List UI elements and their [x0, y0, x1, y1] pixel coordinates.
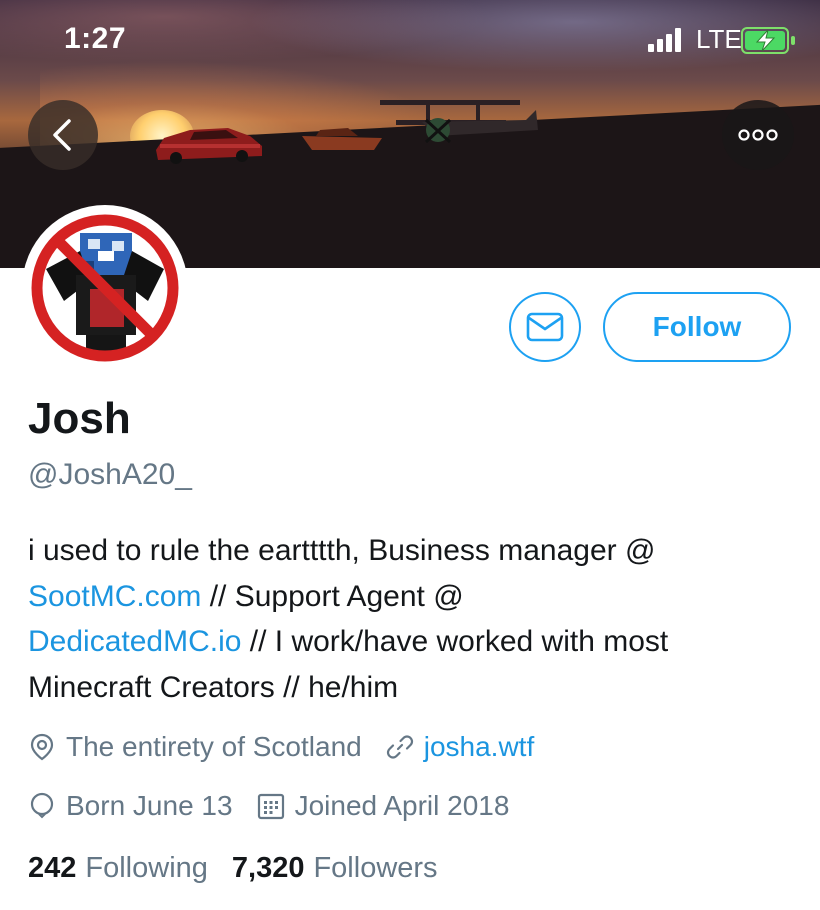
following-count: 242 [28, 851, 77, 884]
profile-meta-row: The entirety of Scotland josha.wtf [28, 727, 558, 767]
follow-button[interactable]: Follow [603, 292, 791, 362]
follow-stats: 242 Following 7,320 Followers [28, 848, 462, 888]
profile-bio: i used to rule the eartttth, Business ma… [28, 528, 798, 710]
birthday-text: Born June 13 [66, 790, 233, 821]
balloon-icon [30, 792, 54, 819]
status-time: 1:27 [64, 22, 127, 55]
bio-text-2: // Support Agent @ [201, 579, 464, 613]
website-link[interactable]: josha.wtf [424, 731, 535, 763]
banner-boat-image [302, 128, 382, 150]
avatar[interactable] [22, 205, 188, 371]
map-pin-icon [30, 733, 54, 761]
network-type: LTE [696, 24, 742, 54]
bio-text-1: i used to rule the eartttth, Business ma… [28, 534, 656, 567]
website-item[interactable]: josha.wtf [386, 731, 535, 763]
profile-handle: @JoshA20_ [28, 458, 192, 491]
birthday-item: Born June 13 [28, 790, 233, 822]
profile-meta-row-2: Born June 13 Joined April 2018 [28, 786, 533, 826]
status-bar: 1:27 LTE [0, 0, 820, 80]
followers-label: Followers [313, 851, 438, 884]
more-options-button[interactable] [722, 100, 794, 170]
joined-text: Joined April 2018 [294, 790, 510, 821]
signal-strength-icon [648, 28, 681, 52]
location-text: The entirety of Scotland [66, 731, 362, 762]
followers-stat[interactable]: 7,320 Followers [232, 852, 438, 885]
following-stat[interactable]: 242 Following [28, 852, 208, 885]
chevron-left-icon [53, 119, 71, 151]
more-dots-icon [738, 129, 778, 141]
joined-item: Joined April 2018 [257, 790, 510, 822]
followers-count: 7,320 [231, 851, 305, 884]
message-button[interactable] [509, 292, 581, 362]
avatar-image [28, 211, 182, 365]
envelope-icon [526, 312, 564, 342]
location-item: The entirety of Scotland [28, 731, 362, 763]
banner-car-image [156, 128, 262, 164]
link-icon [386, 735, 413, 759]
bio-link-dedicatedmc[interactable]: DedicatedMC.io [28, 625, 241, 658]
display-name: Josh [28, 394, 131, 443]
bio-link-sootmc[interactable]: SootMC.com [28, 580, 201, 613]
battery-charging-icon [741, 27, 795, 54]
calendar-icon [257, 793, 284, 820]
banner-plane-image [380, 100, 538, 144]
following-label: Following [85, 851, 208, 884]
back-button[interactable] [28, 100, 98, 170]
